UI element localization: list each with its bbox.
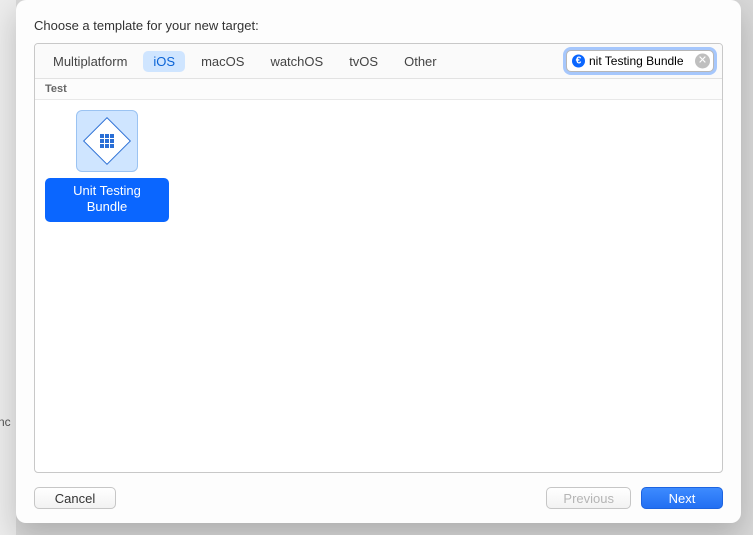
previous-button[interactable]: Previous — [546, 487, 631, 509]
tab-watchos[interactable]: watchOS — [260, 51, 333, 72]
background-fragment: nc — [0, 415, 11, 429]
clear-search-icon[interactable]: ✕ — [695, 54, 710, 69]
template-panel: Multiplatform iOS macOS watchOS tvOS Oth… — [34, 43, 723, 473]
section-header-test: Test — [35, 79, 722, 100]
search-filter-token-icon[interactable]: € — [572, 55, 585, 68]
tab-other[interactable]: Other — [394, 51, 447, 72]
unit-testing-bundle-icon — [76, 110, 138, 172]
prompt-label: Choose a template for your new target: — [34, 18, 723, 33]
template-chooser-sheet: Choose a template for your new target: M… — [16, 0, 741, 523]
tab-macos[interactable]: macOS — [191, 51, 254, 72]
search-field-wrap: € ✕ — [566, 50, 714, 72]
tab-multiplatform[interactable]: Multiplatform — [43, 51, 137, 72]
search-input[interactable] — [566, 50, 714, 72]
tab-tvos[interactable]: tvOS — [339, 51, 388, 72]
template-unit-testing-bundle[interactable]: Unit TestingBundle — [45, 110, 169, 462]
footer-buttons: Cancel Previous Next — [34, 473, 723, 509]
next-button[interactable]: Next — [641, 487, 723, 509]
template-grid: Unit TestingBundle — [35, 100, 722, 472]
tab-ios[interactable]: iOS — [143, 51, 185, 72]
template-label: Unit TestingBundle — [45, 178, 169, 222]
platform-tabbar: Multiplatform iOS macOS watchOS tvOS Oth… — [35, 44, 722, 79]
cancel-button[interactable]: Cancel — [34, 487, 116, 509]
